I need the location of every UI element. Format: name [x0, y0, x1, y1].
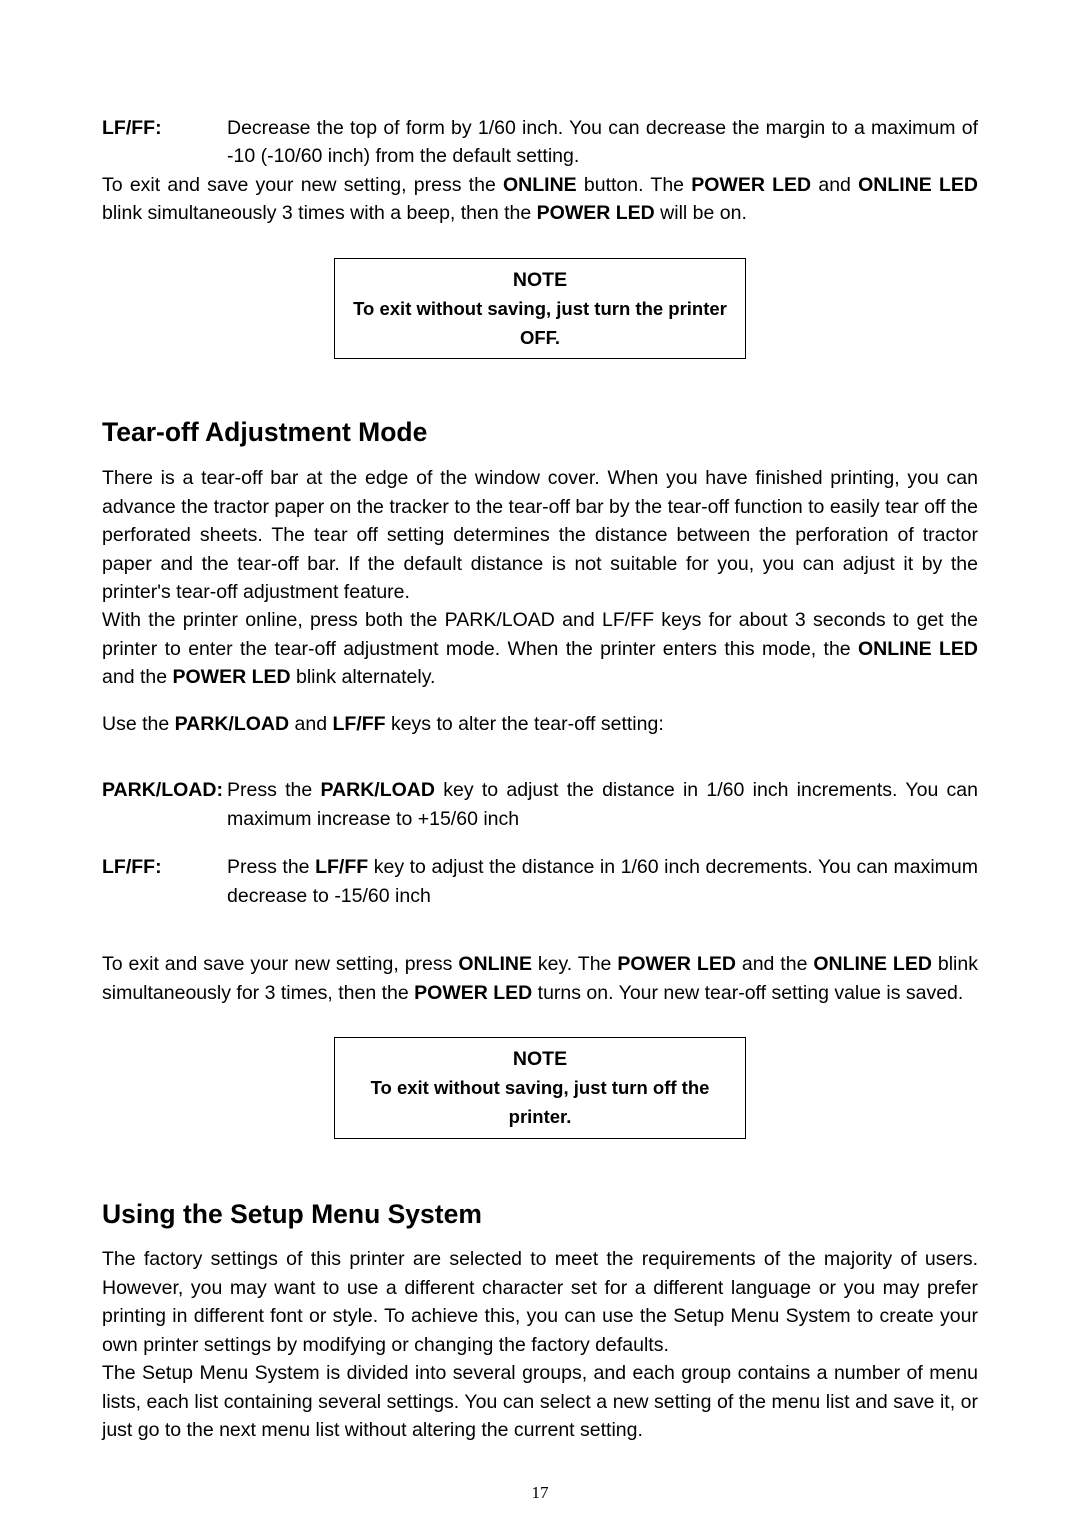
note-title: NOTE [343, 1044, 737, 1074]
definition-body: Press the PARK/LOAD key to adjust the di… [227, 776, 978, 833]
note-box: NOTE To exit without saving, just turn o… [334, 1037, 746, 1139]
tearoff-definition-block: PARK/LOAD: Press the PARK/LOAD key to ad… [102, 776, 978, 910]
tearoff-save-paragraph: To exit and save your new setting, press… [102, 950, 978, 1007]
note-title: NOTE [343, 265, 737, 295]
note-box: NOTE To exit without saving, just turn t… [334, 258, 746, 360]
note-body: To exit without saving, just turn the pr… [353, 298, 727, 348]
definition-body: Decrease the top of form by 1/60 inch. Y… [227, 114, 978, 171]
setup-paragraph-1: The factory settings of this printer are… [102, 1245, 978, 1359]
document-page: LF/FF: Decrease the top of form by 1/60 … [0, 0, 1080, 1527]
tearoff-paragraph-1: There is a tear-off bar at the edge of t… [102, 464, 978, 606]
page-number: 17 [102, 1481, 978, 1506]
tearoff-paragraph-2: With the printer online, press both the … [102, 606, 978, 691]
definition-row-parkload: PARK/LOAD: Press the PARK/LOAD key to ad… [102, 776, 978, 833]
section-heading-tearoff: Tear-off Adjustment Mode [102, 413, 978, 452]
definition-row-lfff-top: LF/FF: Decrease the top of form by 1/60 … [102, 114, 978, 171]
definition-label: LF/FF: [102, 853, 227, 910]
tearoff-use-keys: Use the PARK/LOAD and LF/FF keys to alte… [102, 710, 978, 738]
definition-row-lfff: LF/FF: Press the LF/FF key to adjust the… [102, 853, 978, 910]
setup-paragraph-2: The Setup Menu System is divided into se… [102, 1359, 978, 1444]
exit-save-paragraph: To exit and save your new setting, press… [102, 171, 978, 228]
definition-label: PARK/LOAD: [102, 776, 227, 833]
definition-label: LF/FF: [102, 114, 227, 171]
note-body: To exit without saving, just turn off th… [371, 1077, 710, 1127]
section-heading-setup: Using the Setup Menu System [102, 1195, 978, 1234]
definition-body: Press the LF/FF key to adjust the distan… [227, 853, 978, 910]
